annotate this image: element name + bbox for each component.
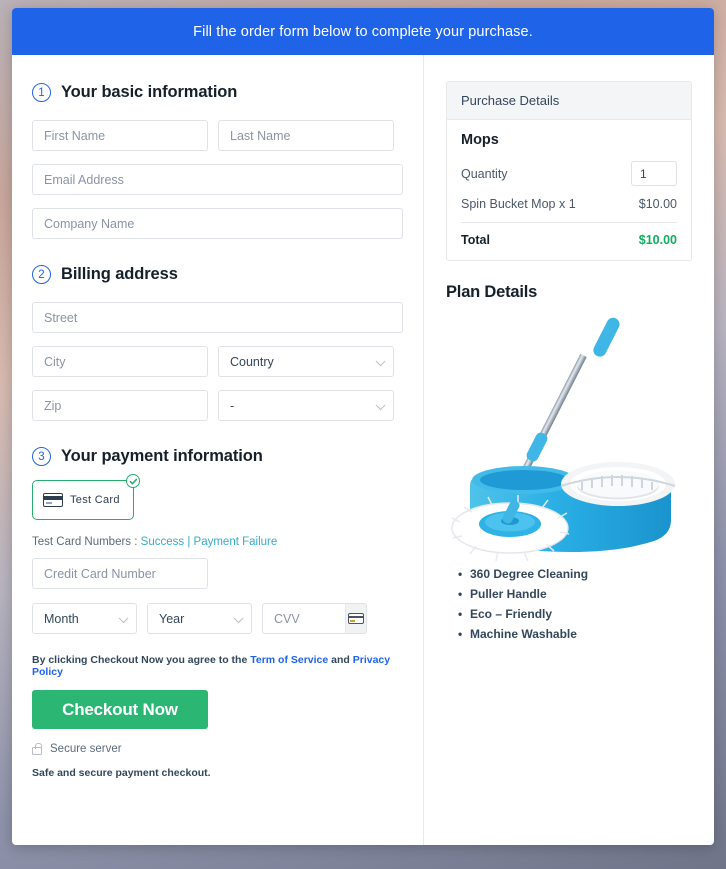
email-row — [32, 164, 403, 195]
total-amount: $10.00 — [638, 233, 677, 247]
banner-text: Fill the order form below to complete yo… — [193, 23, 533, 40]
country-select-value[interactable] — [218, 346, 394, 377]
payment-failure-test-card-link[interactable]: Payment Failure — [194, 536, 278, 548]
step-number-3: 3 — [32, 447, 51, 466]
list-item: 360 Degree Cleaning — [458, 567, 692, 581]
step-number-1: 1 — [32, 83, 51, 102]
checkout-page: Fill the order form below to complete yo… — [12, 8, 714, 845]
body-split: 1 Your basic information 2 Billing addre… — [12, 55, 714, 845]
terms-text: By clicking Checkout Now you agree to th… — [32, 654, 403, 678]
state-select[interactable] — [218, 390, 394, 421]
total-row: Total $10.00 — [461, 233, 677, 247]
company-row — [32, 208, 403, 239]
purchase-details-panel: Purchase Details Mops Quantity Spin Buck… — [446, 81, 692, 261]
section-heading-payment-information: 3 Your payment information — [32, 447, 403, 466]
cvv-help-button[interactable] — [344, 603, 367, 634]
step-title-1: Your basic information — [61, 83, 238, 101]
email-field[interactable] — [32, 164, 403, 195]
street-row — [32, 302, 403, 333]
credit-card-number-input[interactable] — [32, 558, 208, 589]
line-item-row: Spin Bucket Mop x 1 $10.00 — [461, 197, 677, 211]
zip-input[interactable] — [32, 390, 208, 421]
check-circle-icon — [126, 474, 140, 488]
name-row — [32, 120, 403, 151]
step-title-2: Billing address — [61, 265, 178, 283]
expiry-year-value[interactable] — [147, 603, 252, 634]
secure-server-note: Secure server — [32, 742, 403, 755]
credit-card-row — [32, 558, 403, 589]
quantity-label: Quantity — [461, 166, 508, 181]
step-number-2: 2 — [32, 265, 51, 284]
list-item: Machine Washable — [458, 627, 692, 641]
credit-card-icon — [347, 613, 364, 624]
total-label: Total — [461, 233, 490, 247]
terms-and: and — [331, 654, 350, 666]
lock-icon — [32, 742, 42, 755]
link-separator: | — [187, 536, 191, 548]
line-item-label: Spin Bucket Mop x 1 — [461, 197, 576, 211]
line-item-price: $10.00 — [638, 197, 677, 211]
company-name-input[interactable] — [32, 208, 403, 239]
terms-prefix: By clicking Checkout Now you agree to th… — [32, 654, 248, 666]
term-of-service-link[interactable]: Term of Service — [250, 654, 328, 666]
product-name: Mops — [461, 132, 499, 148]
cvv-input[interactable] — [262, 603, 345, 634]
section-heading-billing-address: 2 Billing address — [32, 265, 403, 284]
expiry-year-select[interactable] — [147, 603, 252, 634]
product-image — [446, 310, 692, 565]
quantity-row: Quantity — [461, 161, 677, 186]
state-select-value[interactable] — [218, 390, 394, 421]
spin-bucket-mop-illustration — [451, 317, 676, 562]
payment-method-test-card[interactable]: Test Card — [32, 474, 140, 520]
expiry-month-select[interactable] — [32, 603, 137, 634]
plan-details-title: Plan Details — [446, 283, 538, 301]
order-form-column: 1 Your basic information 2 Billing addre… — [12, 55, 424, 845]
city-country-row — [32, 346, 403, 377]
zip-state-row — [32, 390, 403, 421]
purchase-details-header: Purchase Details — [447, 82, 691, 120]
secure-server-label: Secure server — [50, 743, 122, 755]
step-title-3: Your payment information — [61, 447, 263, 465]
city-input[interactable] — [32, 346, 208, 377]
last-name-input[interactable] — [218, 120, 394, 151]
list-item: Puller Handle — [458, 587, 692, 601]
test-card-numbers: Test Card Numbers : Success | Payment Fa… — [32, 536, 403, 548]
safe-checkout-note: Safe and secure payment checkout. — [32, 767, 211, 779]
country-select[interactable] — [218, 346, 394, 377]
test-card-numbers-label: Test Card Numbers : — [32, 536, 138, 548]
expiry-cvv-row — [32, 603, 403, 634]
payment-method-label: Test Card — [70, 494, 120, 506]
quantity-stepper[interactable] — [631, 161, 677, 186]
banner: Fill the order form below to complete yo… — [12, 8, 714, 55]
first-name-input[interactable] — [32, 120, 208, 151]
credit-card-icon — [43, 493, 63, 507]
section-heading-basic-information: 1 Your basic information — [32, 83, 403, 102]
street-input[interactable] — [32, 302, 403, 333]
summary-column: Purchase Details Mops Quantity Spin Buck… — [424, 55, 714, 845]
plan-feature-list: 360 Degree Cleaning Puller Handle Eco – … — [446, 567, 692, 641]
expiry-month-value[interactable] — [32, 603, 137, 634]
cvv-field-group — [262, 603, 367, 634]
checkout-now-button[interactable]: Checkout Now — [32, 690, 208, 729]
success-test-card-link[interactable]: Success — [141, 536, 184, 548]
divider — [461, 222, 677, 223]
purchase-details-body: Mops Quantity Spin Bucket Mop x 1 $10.00… — [447, 120, 691, 260]
list-item: Eco – Friendly — [458, 607, 692, 621]
